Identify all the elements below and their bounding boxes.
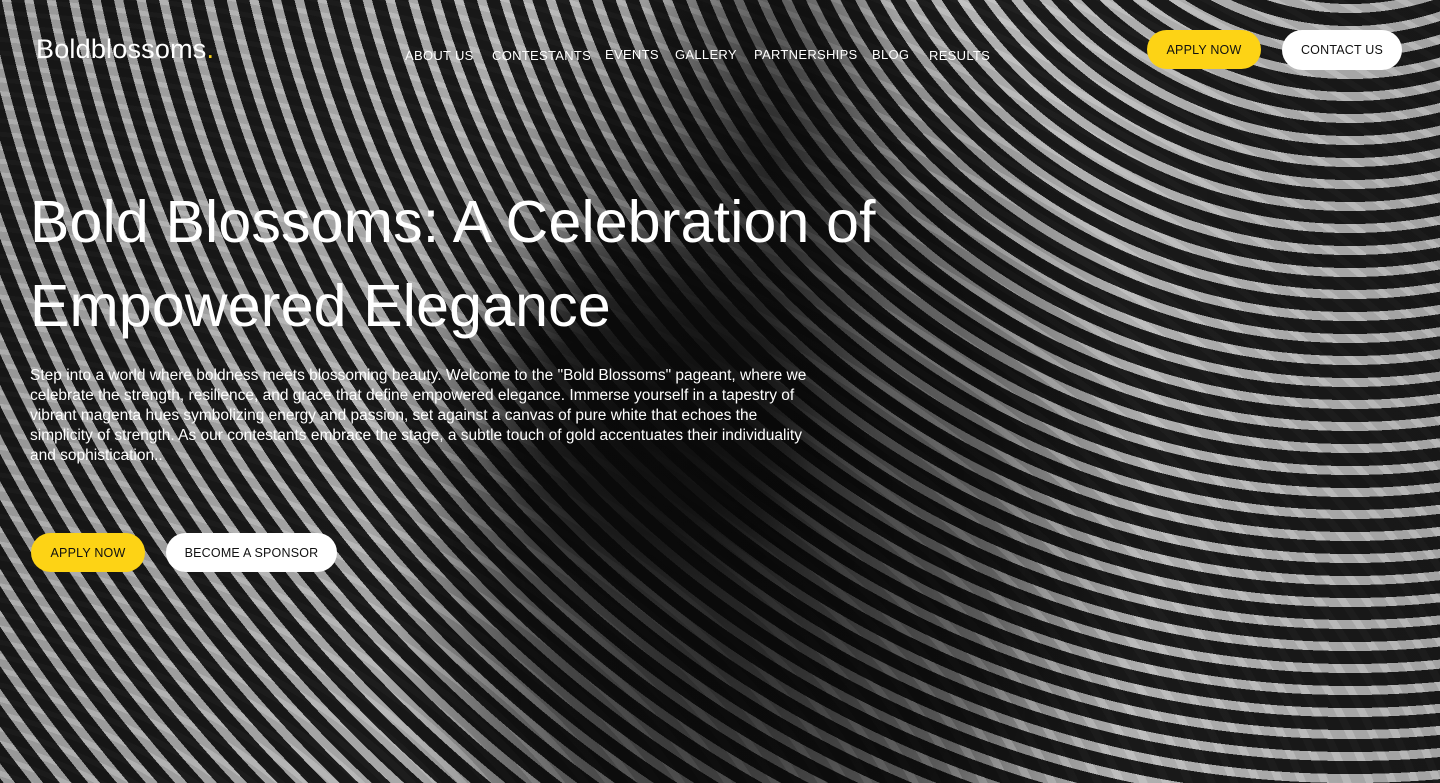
become-sponsor-button[interactable]: BECOME A SPONSOR (166, 533, 337, 572)
hero-title: Bold Blossoms: A Celebration of Empowere… (30, 180, 950, 348)
nav-results[interactable]: RESULTS (929, 48, 990, 63)
hero-title-line-1: Bold Blossoms: A Celebration of (30, 189, 876, 255)
header-contact-us-button[interactable]: CONTACT US (1282, 30, 1402, 70)
top-navigation: Boldblossoms. ABOUT US CONTESTANTS EVENT… (0, 0, 1440, 100)
nav-partnerships[interactable]: PARTNERSHIPS (754, 47, 858, 62)
header-apply-now-button[interactable]: APPLY NOW (1147, 30, 1261, 69)
nav-gallery[interactable]: GALLERY (675, 47, 737, 62)
hero-description: Step into a world where boldness meets b… (30, 367, 807, 464)
nav-about-us[interactable]: ABOUT US (405, 48, 474, 63)
brand-name: Boldblossoms (36, 34, 207, 64)
hero-title-line-2: Empowered Elegance (30, 273, 611, 339)
nav-blog[interactable]: BLOG (872, 47, 909, 62)
brand-dot: . (206, 34, 215, 64)
brand-logo[interactable]: Boldblossoms. (36, 34, 214, 65)
nav-events[interactable]: EVENTS (605, 47, 659, 62)
nav-contestants[interactable]: CONTESTANTS (492, 48, 591, 63)
hero-apply-now-button[interactable]: APPLY NOW (31, 533, 145, 572)
hero-section: Boldblossoms. ABOUT US CONTESTANTS EVENT… (0, 0, 1440, 783)
